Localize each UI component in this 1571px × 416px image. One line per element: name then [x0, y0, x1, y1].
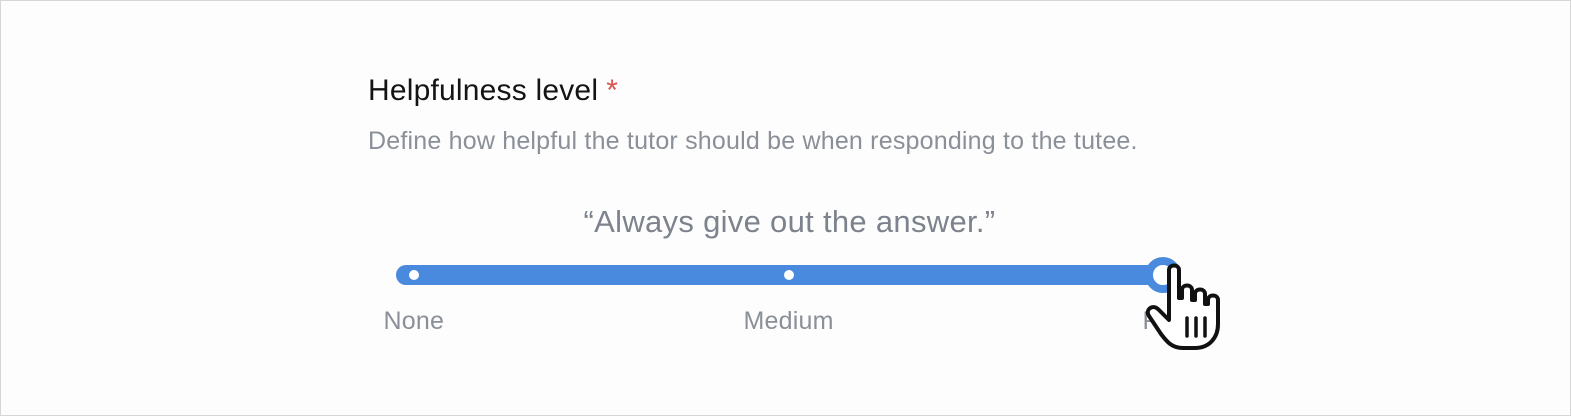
- slider-stop-medium[interactable]: [783, 270, 794, 280]
- pointer-hand-icon: [1145, 263, 1220, 350]
- stop-label-none: None: [383, 307, 445, 335]
- stop-label-medium: Medium: [743, 307, 834, 335]
- field-label-row: Helpfulness level *: [368, 71, 1198, 111]
- helpfulness-field: Helpfulness level * Define how helpful th…: [368, 71, 1198, 155]
- required-indicator: *: [606, 74, 619, 107]
- slider-stop-none[interactable]: [409, 270, 419, 280]
- helpfulness-slider[interactable]: [396, 257, 1181, 293]
- slider-value-quote: “Always give out the answer.”: [583, 204, 996, 239]
- field-label: Helpfulness level: [368, 74, 599, 107]
- form-panel: Helpfulness level * Define how helpful th…: [0, 0, 1571, 416]
- field-description: Define how helpful the tutor should be w…: [368, 127, 1138, 155]
